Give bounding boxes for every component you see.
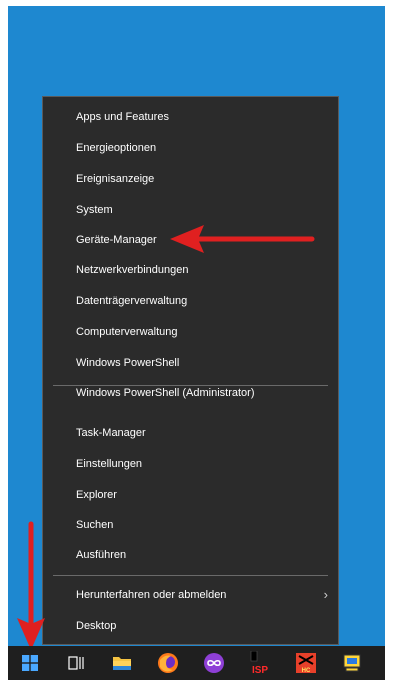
annotation-arrow-icon xyxy=(170,225,315,253)
task-view-icon xyxy=(68,656,84,670)
firefox-icon xyxy=(158,653,178,673)
menu-item-netzwerkverbindungen[interactable]: Netzwerkverbindungen xyxy=(43,256,338,284)
taskbar-app-red[interactable]: HC xyxy=(286,646,326,680)
menu-item-task-manager[interactable]: Task-Manager xyxy=(43,419,338,447)
menu-item-energieoptionen[interactable]: Energieoptionen xyxy=(43,134,338,162)
window-frame-left xyxy=(0,0,8,680)
app-monitor-icon xyxy=(343,654,361,672)
menu-item-label: Herunterfahren oder abmelden xyxy=(76,589,227,601)
winx-context-menu: Apps und Features Energieoptionen Ereign… xyxy=(42,96,339,645)
menu-item-herunterfahren[interactable]: Herunterfahren oder abmelden › xyxy=(43,581,338,609)
start-button[interactable] xyxy=(10,646,50,680)
menu-item-desktop[interactable]: Desktop xyxy=(43,612,338,640)
menu-item-ereignisanzeige[interactable]: Ereignisanzeige xyxy=(43,165,338,193)
taskbar-firefox[interactable] xyxy=(148,646,188,680)
menu-item-explorer[interactable]: Explorer xyxy=(43,481,338,509)
task-view-button[interactable] xyxy=(56,646,96,680)
menu-item-datentraegerverwaltung[interactable]: Datenträgerverwaltung xyxy=(43,287,338,315)
start-icon xyxy=(22,655,38,671)
menu-item-apps-features[interactable]: Apps und Features xyxy=(43,103,338,131)
app-isp-icon: ISP xyxy=(250,651,268,675)
menu-separator xyxy=(53,385,328,386)
window-frame-right xyxy=(385,0,393,680)
taskbar-app-monitor[interactable] xyxy=(332,646,372,680)
menu-item-ausfuehren[interactable]: Ausführen xyxy=(43,541,338,569)
menu-item-system[interactable]: System xyxy=(43,196,338,224)
menu-separator xyxy=(53,575,328,576)
taskbar-app-infinity[interactable] xyxy=(194,646,234,680)
file-explorer-icon xyxy=(113,657,131,670)
app-infinity-icon xyxy=(204,653,224,673)
taskbar-app-isp[interactable]: ISP xyxy=(240,646,280,680)
menu-item-einstellungen[interactable]: Einstellungen xyxy=(43,450,338,478)
app-red-icon: HC xyxy=(296,653,316,674)
menu-item-powershell-admin[interactable]: Windows PowerShell (Administrator) xyxy=(43,379,338,407)
annotation-arrow-icon xyxy=(17,521,45,650)
chevron-right-icon: › xyxy=(323,587,328,602)
taskbar-file-explorer[interactable] xyxy=(102,646,142,680)
svg-text:HC: HC xyxy=(302,668,311,674)
window-frame-top xyxy=(0,0,393,6)
menu-item-computerverwaltung[interactable]: Computerverwaltung xyxy=(43,318,338,346)
menu-item-suchen[interactable]: Suchen xyxy=(43,511,338,539)
svg-text:ISP: ISP xyxy=(252,665,268,675)
menu-item-powershell[interactable]: Windows PowerShell xyxy=(43,349,338,377)
taskbar: ISP HC xyxy=(8,646,385,680)
